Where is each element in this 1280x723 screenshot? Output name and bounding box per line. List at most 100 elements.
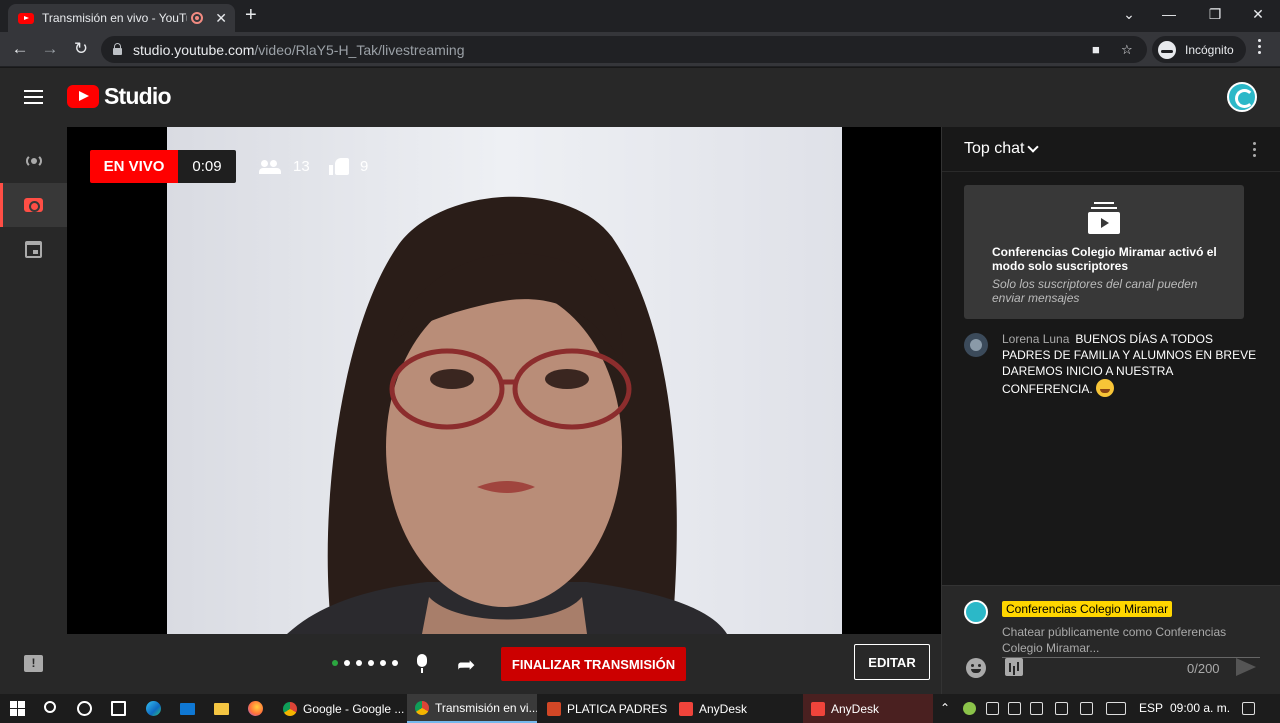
incognito-indicator[interactable]: Incógnito: [1152, 36, 1246, 63]
edit-button[interactable]: EDITAR: [854, 644, 930, 680]
rail-item-webcam[interactable]: [0, 183, 67, 227]
youtube-logo-icon[interactable]: [67, 85, 99, 108]
onedrive-icon[interactable]: [1080, 702, 1093, 715]
chat-input[interactable]: Chatear públicamente como Conferencias C…: [1002, 624, 1260, 658]
show-hidden-icons-button[interactable]: ⌃: [940, 694, 950, 723]
share-icon[interactable]: ➦: [457, 654, 475, 676]
emoji-picker-icon[interactable]: [966, 658, 986, 678]
message-author[interactable]: Lorena Luna: [1002, 332, 1069, 346]
url-path: /video/RlaY5-H_Tak/livestreaming: [254, 41, 465, 58]
battery-icon[interactable]: [1008, 702, 1021, 715]
live-badge: EN VIVO: [90, 150, 178, 183]
reload-button[interactable]: ↻: [71, 39, 91, 59]
wifi-icon[interactable]: [1055, 702, 1068, 715]
character-count: 0/200: [1187, 661, 1220, 676]
like-count-value: 9: [360, 158, 369, 175]
youtube-favicon-icon: [18, 12, 34, 24]
studio-logo-text[interactable]: Studio: [104, 83, 172, 110]
taskbar-app-label: PLATICA PADRES ...: [567, 701, 669, 716]
task-view-icon[interactable]: [111, 701, 126, 716]
mail-icon[interactable]: [180, 703, 195, 715]
tray-device-icon[interactable]: [986, 702, 999, 715]
account-avatar[interactable]: [1227, 82, 1257, 112]
forward-button[interactable]: →: [40, 39, 60, 59]
restore-button[interactable]: ❐: [1192, 4, 1238, 24]
camera-icon: [24, 198, 43, 212]
taskbar-app-anydesk-2[interactable]: AnyDesk: [803, 694, 933, 723]
edge-icon[interactable]: [146, 701, 161, 716]
author-avatar[interactable]: [964, 333, 988, 357]
input-language[interactable]: ESP: [1139, 694, 1163, 723]
send-icon[interactable]: [1236, 658, 1256, 676]
file-explorer-icon[interactable]: [214, 703, 229, 715]
chrome-icon: [415, 700, 429, 715]
keyboard-icon[interactable]: [1106, 702, 1126, 715]
browser-tab-bar: Transmisión en vivo - YouTube Studio ✕ +…: [0, 0, 1280, 32]
taskbar-app-anydesk-1[interactable]: AnyDesk: [671, 694, 801, 723]
chat-more-options-icon[interactable]: [1253, 142, 1257, 160]
back-button[interactable]: ←: [10, 39, 30, 59]
taskbar-app-chrome-stream[interactable]: Transmisión en vi...: [407, 694, 537, 723]
subscribers-only-notice: Conferencias Colegio Miramar activó el m…: [964, 185, 1244, 319]
chat-message-body: Lorena Luna BUENOS DÍAS A TODOS PADRES DE…: [1002, 331, 1264, 397]
viewers-icon: [259, 159, 283, 174]
recording-indicator-icon: [191, 12, 204, 24]
calendar-icon: [25, 240, 42, 258]
notice-subtitle: Solo los suscriptores del canal pueden e…: [992, 277, 1198, 305]
thumbs-up-icon: [329, 158, 349, 175]
browser-tab-active[interactable]: Transmisión en vivo - YouTube Studio ✕: [8, 4, 235, 32]
chat-composer: Conferencias Colegio Miramar Chatear púb…: [942, 585, 1280, 694]
cortana-icon[interactable]: [77, 701, 92, 716]
system-clock[interactable]: 09:00 a. m.: [1170, 694, 1230, 723]
bookmark-star-icon[interactable]: ☆: [1121, 42, 1133, 58]
taskbar-app-powerpoint[interactable]: PLATICA PADRES ...: [539, 694, 669, 723]
smiling-face-with-hearts-emoji-icon: [1095, 379, 1114, 397]
url-text: studio.youtube.com/video/RlaY5-H_Tak/liv…: [133, 42, 465, 58]
poll-icon[interactable]: [1005, 658, 1023, 676]
feedback-icon[interactable]: !: [24, 655, 43, 672]
chrome-icon: [283, 701, 297, 716]
url-host: studio.youtube.com: [133, 41, 255, 58]
rail-item-manage[interactable]: [0, 227, 67, 271]
hamburger-menu-icon[interactable]: [24, 90, 43, 108]
firefox-icon[interactable]: [248, 701, 263, 716]
taskbar-app-label: AnyDesk: [699, 701, 748, 716]
incognito-label: Incógnito: [1185, 42, 1234, 57]
subscriptions-icon: [1088, 202, 1120, 234]
browser-toolbar: ← → ↻ studio.youtube.com/video/RlaY5-H_T…: [0, 32, 1280, 67]
anydesk-icon: [811, 701, 825, 716]
live-chat-panel: Top chat Conferencias Colegio Miramar ac…: [941, 127, 1280, 694]
end-stream-button[interactable]: FINALIZAR TRANSMISIÓN: [501, 647, 686, 681]
notifications-icon[interactable]: [1242, 702, 1255, 715]
tab-close-icon[interactable]: ✕: [215, 11, 227, 25]
broadcast-icon: [24, 154, 44, 168]
chat-mode-dropdown[interactable]: Top chat: [964, 140, 1024, 158]
close-window-button[interactable]: ✕: [1235, 4, 1280, 24]
microphone-icon[interactable]: [417, 654, 427, 673]
search-icon[interactable]: [44, 701, 56, 713]
camera-in-use-icon[interactable]: ■: [1092, 42, 1100, 57]
composer-channel-name: Conferencias Colegio Miramar: [1002, 601, 1173, 617]
volume-icon[interactable]: [1030, 702, 1043, 715]
minimize-button[interactable]: —: [1146, 4, 1192, 24]
start-button-icon[interactable]: [10, 701, 25, 716]
like-count: 9: [329, 158, 368, 175]
studio-header: Studio: [0, 68, 1280, 127]
mic-level-indicator: [332, 660, 404, 666]
left-nav-rail: !: [0, 127, 67, 694]
presenter-image: [167, 127, 842, 634]
stream-control-bar: ➦ FINALIZAR TRANSMISIÓN EDITAR: [67, 634, 941, 694]
tab-title: Transmisión en vivo - YouTube Studio: [42, 11, 187, 25]
taskbar-app-chrome-google[interactable]: Google - Google ...: [275, 694, 405, 723]
rail-item-stream[interactable]: [0, 139, 67, 183]
viewer-count: 13: [259, 158, 310, 175]
browser-menu-icon[interactable]: [1258, 39, 1262, 57]
chevron-down-icon[interactable]: [1027, 141, 1039, 153]
address-bar[interactable]: studio.youtube.com/video/RlaY5-H_Tak/liv…: [101, 36, 1147, 63]
chat-header: Top chat: [942, 127, 1280, 172]
lock-icon[interactable]: [113, 43, 122, 55]
new-tab-button[interactable]: +: [245, 5, 257, 25]
taskbar-app-label: Transmisión en vi...: [435, 700, 537, 715]
tray-app-icon[interactable]: [963, 702, 976, 715]
live-status-pill: EN VIVO 0:09: [90, 150, 236, 183]
